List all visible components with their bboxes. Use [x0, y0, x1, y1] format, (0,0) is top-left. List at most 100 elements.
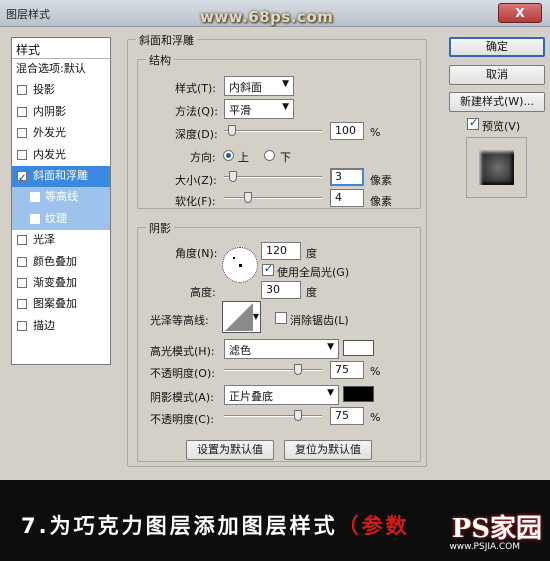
cancel-button[interactable]: 取消: [449, 65, 545, 85]
select-value: 正片叠底: [229, 390, 273, 403]
style-item-color-overlay[interactable]: 颜色叠加: [12, 252, 110, 273]
slider-thumb[interactable]: [228, 125, 236, 136]
checkbox[interactable]: [17, 235, 27, 246]
global-light-checkbox[interactable]: [262, 262, 274, 276]
watermark: www.68ps.com: [200, 8, 334, 26]
shadow-mode-select[interactable]: 正片叠底 ▼: [224, 385, 339, 405]
altitude-label: 高度:: [190, 286, 216, 299]
reset-default-button[interactable]: 复位为默认值: [284, 440, 372, 460]
angle-label: 角度(N):: [175, 247, 218, 260]
technique-select[interactable]: 平滑 ▼: [224, 99, 294, 119]
window-title: 图层样式: [6, 8, 50, 21]
ok-button[interactable]: 确定: [449, 37, 545, 57]
checkbox[interactable]: [17, 277, 27, 288]
checkbox[interactable]: [17, 299, 27, 310]
gloss-contour-picker[interactable]: ▼: [222, 301, 261, 333]
slider-thumb[interactable]: [229, 171, 237, 182]
highlight-opacity-slider[interactable]: [224, 363, 322, 377]
style-item-inner-shadow[interactable]: 内阴影: [12, 102, 110, 123]
style-label: 图案叠加: [33, 297, 77, 311]
dropdown-arrow-icon: ▼: [327, 388, 334, 398]
angle-input[interactable]: 120: [261, 242, 301, 260]
styles-header[interactable]: 样式: [12, 38, 110, 59]
angle-dial[interactable]: [222, 247, 258, 283]
preview-checkbox[interactable]: [467, 116, 479, 130]
checkbox[interactable]: [17, 85, 27, 96]
anti-alias-checkbox[interactable]: [275, 312, 287, 324]
dial-center-icon: [239, 264, 242, 267]
style-select[interactable]: 内斜面 ▼: [224, 76, 294, 96]
style-label: 纹理: [45, 211, 67, 225]
soften-input[interactable]: 4: [330, 189, 364, 207]
blend-options-item[interactable]: 混合选项:默认: [12, 59, 110, 80]
style-item-bevel-emboss[interactable]: 斜面和浮雕: [12, 165, 110, 189]
direction-down-label: 下: [280, 151, 291, 164]
gloss-contour-label: 光泽等高线:: [150, 314, 209, 327]
style-label: 样式(T):: [175, 82, 217, 95]
style-item-pattern-overlay[interactable]: 图案叠加: [12, 294, 110, 315]
make-default-button[interactable]: 设置为默认值: [186, 440, 274, 460]
checkbox[interactable]: [30, 192, 40, 203]
style-label: 内阴影: [33, 104, 66, 118]
checkbox[interactable]: [17, 169, 27, 189]
soften-unit: 像素: [370, 195, 392, 208]
checkbox[interactable]: [17, 256, 27, 267]
shadow-opacity-input[interactable]: 75: [330, 407, 364, 425]
soften-slider[interactable]: [224, 191, 322, 205]
select-value: 平滑: [229, 104, 251, 117]
highlight-opacity-label: 不透明度(O):: [150, 367, 215, 380]
slider-thumb[interactable]: [294, 410, 302, 421]
dropdown-arrow-icon: ▼: [327, 342, 334, 352]
contour-icon: [225, 303, 253, 331]
site-logo: PS家园: [451, 514, 542, 544]
altitude-input[interactable]: 30: [261, 281, 301, 299]
structure-title: 结构: [146, 52, 174, 68]
caption-paren: （参数: [337, 514, 410, 538]
style-item-texture[interactable]: 纹理: [12, 208, 110, 231]
shadow-color-swatch[interactable]: [343, 386, 374, 402]
depth-label: 深度(D):: [175, 128, 218, 141]
altitude-unit: 度: [306, 286, 317, 299]
style-item-inner-glow[interactable]: 内发光: [12, 145, 110, 166]
shadow-opacity-slider[interactable]: [224, 409, 322, 423]
style-item-stroke[interactable]: 描边: [12, 316, 110, 337]
group-title: 斜面和浮雕: [136, 32, 197, 48]
style-item-satin[interactable]: 光泽: [12, 230, 110, 251]
slider-thumb[interactable]: [244, 192, 252, 203]
dropdown-arrow-icon: ▼: [282, 79, 289, 89]
checkbox[interactable]: [30, 213, 40, 224]
style-item-contour[interactable]: 等高线: [12, 187, 110, 209]
checkbox[interactable]: [17, 149, 27, 160]
shading-title: 阴影: [146, 220, 174, 236]
shadow-opacity-unit: %: [370, 411, 381, 424]
dropdown-arrow-icon: ▼: [282, 102, 289, 112]
style-item-outer-glow[interactable]: 外发光: [12, 123, 110, 144]
direction-down-radio[interactable]: [264, 150, 275, 161]
select-value: 内斜面: [229, 81, 262, 94]
checkbox[interactable]: [17, 106, 27, 117]
anti-alias-label: 消除锯齿(L): [290, 314, 349, 327]
direction-label: 方向:: [190, 151, 216, 164]
size-input[interactable]: 3: [330, 168, 364, 186]
close-button[interactable]: X: [498, 3, 542, 23]
new-style-button[interactable]: 新建样式(W)...: [449, 92, 545, 112]
style-item-gradient-overlay[interactable]: 渐变叠加: [12, 273, 110, 294]
checkbox[interactable]: [17, 128, 27, 139]
depth-input[interactable]: 100: [330, 122, 364, 140]
slider-thumb[interactable]: [294, 364, 302, 375]
highlight-mode-select[interactable]: 滤色 ▼: [224, 339, 339, 359]
highlight-color-swatch[interactable]: [343, 340, 374, 356]
style-label: 光泽: [33, 233, 55, 247]
size-slider[interactable]: [224, 170, 322, 184]
direction-up-radio[interactable]: [223, 150, 234, 161]
style-item-drop-shadow[interactable]: 投影: [12, 80, 110, 101]
dial-pointer-icon: [233, 257, 235, 259]
highlight-opacity-input[interactable]: 75: [330, 361, 364, 379]
site-url: www.PSJIA.COM: [449, 542, 520, 552]
style-label: 斜面和浮雕: [33, 168, 88, 182]
styles-list: 样式 混合选项:默认 投影 内阴影 外发光 内发光 斜面和浮雕 等高线 纹理 光…: [11, 37, 111, 365]
caption-main: 7.为巧克力图层添加图层样式: [21, 514, 338, 538]
caption-bar: 7.为巧克力图层添加图层样式（参数 PS家园 www.PSJIA.COM: [0, 480, 550, 561]
depth-slider[interactable]: [224, 124, 322, 138]
checkbox[interactable]: [17, 320, 27, 331]
